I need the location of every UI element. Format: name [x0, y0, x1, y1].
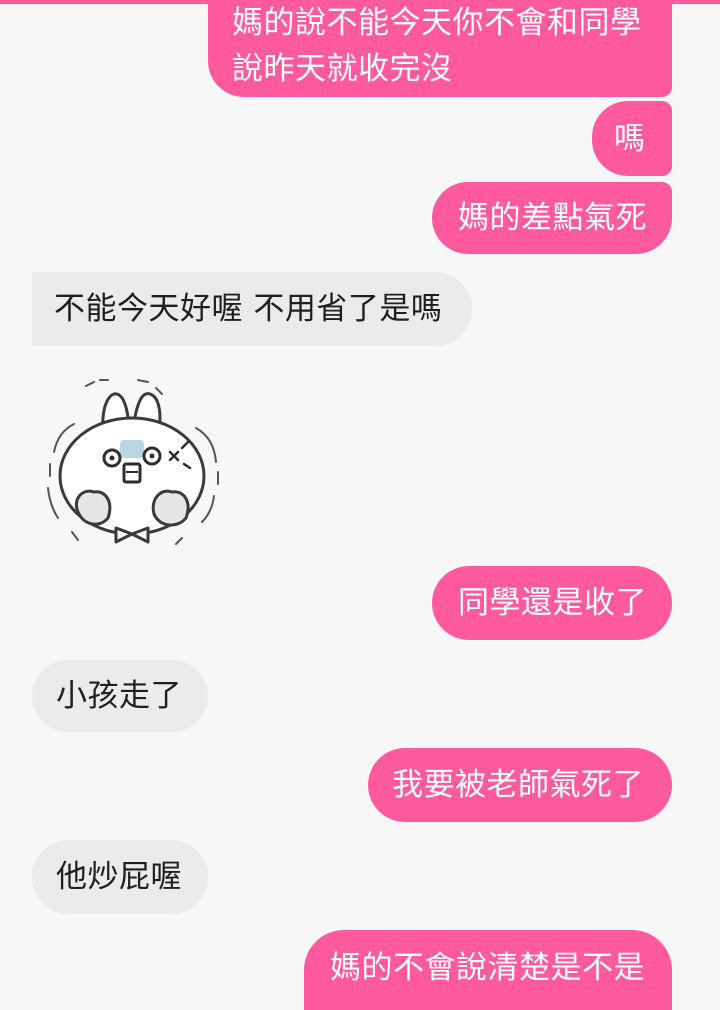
message-bubble-outgoing[interactable]: 我要被老師氣死了: [368, 748, 672, 822]
message-bubble-incoming[interactable]: 不能今天好喔 不用省了是嗎: [32, 272, 472, 346]
message-text: 同學還是收了: [458, 585, 647, 621]
message-bubble-incoming[interactable]: 小孩走了: [32, 660, 208, 732]
message-bubble-incoming[interactable]: 他炒屁喔: [32, 840, 208, 914]
message-text: 不能今天好喔 不用省了是嗎: [54, 291, 443, 327]
message-text: 媽的不會說清楚是不是: [330, 950, 645, 986]
message-text: 媽的說不能今天你不會和同學: [232, 5, 642, 41]
message-bubble-outgoing[interactable]: 媽的說不能今天你不會和同學 說昨天就收完沒: [208, 0, 672, 97]
message-bubble-outgoing[interactable]: 媽的不會說清楚是不是: [304, 930, 672, 1010]
message-text: 嗎: [614, 120, 646, 157]
message-text: 他炒屁喔: [56, 859, 182, 895]
message-text: 小孩走了: [56, 678, 182, 714]
message-bubble-outgoing[interactable]: 媽的差點氣死: [432, 182, 672, 254]
angry-white-rabbit-sticker[interactable]: [38, 372, 228, 552]
message-text: 我要被老師氣死了: [392, 767, 644, 803]
message-bubble-outgoing[interactable]: 同學還是收了: [432, 566, 672, 640]
message-text: 說昨天就收完沒: [232, 51, 453, 87]
message-text: 媽的差點氣死: [458, 200, 647, 236]
message-bubble-outgoing[interactable]: 嗎: [592, 101, 672, 176]
